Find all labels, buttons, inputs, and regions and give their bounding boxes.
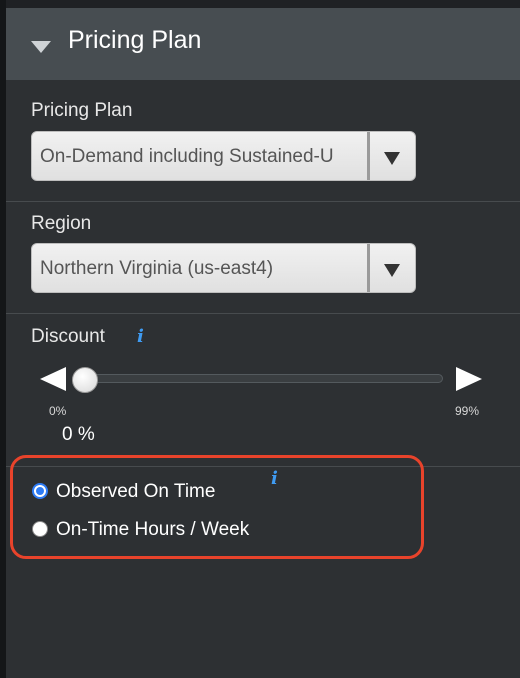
slider-decrease-arrow-icon[interactable] <box>40 367 66 391</box>
radio-label: Observed On Time <box>56 481 216 502</box>
radio-button[interactable] <box>32 483 48 499</box>
radio-label: On-Time Hours / Week <box>56 519 250 540</box>
section-divider <box>6 313 520 314</box>
radio-observed-on-time[interactable]: Observed On Time <box>32 480 292 504</box>
select-divider <box>367 244 370 292</box>
select-divider <box>367 132 370 180</box>
discount-value: 0 % <box>62 424 95 445</box>
slider-max-label: 99% <box>455 404 480 418</box>
pricing-plan-selected-value: On-Demand including Sustained-U <box>40 146 334 167</box>
section-divider <box>6 201 520 202</box>
discount-slider-thumb[interactable] <box>72 367 98 393</box>
highlight-annotation <box>10 455 424 559</box>
info-icon[interactable]: i <box>137 327 144 347</box>
slider-min-label: 0% <box>49 404 67 418</box>
slider-increase-arrow-icon[interactable] <box>456 367 482 391</box>
region-selected-value: Northern Virginia (us-east4) <box>40 258 274 279</box>
panel-title: Pricing Plan <box>68 26 202 54</box>
pricing-plan-select[interactable]: On-Demand including Sustained-U <box>31 131 416 181</box>
region-label: Region <box>31 213 92 234</box>
discount-label: Discount <box>31 326 105 347</box>
triangle-down-icon[interactable] <box>384 264 400 277</box>
region-select[interactable]: Northern Virginia (us-east4) <box>31 243 416 293</box>
triangle-down-icon[interactable] <box>31 41 51 53</box>
discount-slider-track[interactable] <box>72 374 443 383</box>
triangle-down-icon[interactable] <box>384 152 400 165</box>
top-border <box>0 0 520 8</box>
pricing-plan-label: Pricing Plan <box>31 100 133 121</box>
radio-button[interactable] <box>32 521 48 537</box>
radio-on-time-hours-week[interactable]: On-Time Hours / Week <box>32 518 332 542</box>
pricing-plan-app: Pricing Plan Pricing Plan On-Demand incl… <box>0 0 520 678</box>
panel-header[interactable]: Pricing Plan <box>6 8 520 80</box>
pricing-plan-panel: Pricing Plan Pricing Plan On-Demand incl… <box>6 8 520 678</box>
